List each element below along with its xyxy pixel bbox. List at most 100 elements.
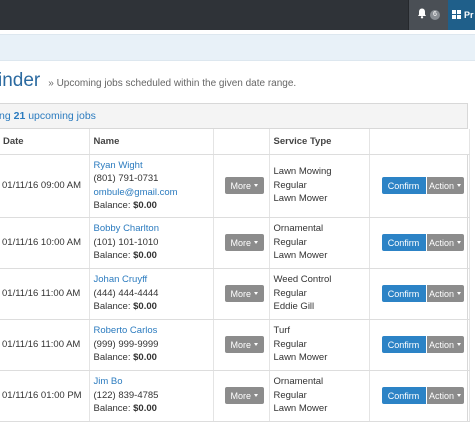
balance-value: $0.00 bbox=[133, 200, 157, 211]
more-cell: More bbox=[213, 319, 270, 371]
projects-menu-label: Pr bbox=[464, 10, 474, 20]
job-date: 01/11/16 11:00 AM bbox=[0, 268, 90, 320]
table-row: 01/11/16 09:00 AM Ryan Wight (801) 791-0… bbox=[0, 154, 470, 218]
service-frequency: Regular bbox=[273, 338, 307, 350]
confirm-button[interactable]: Confirm bbox=[381, 177, 426, 194]
customer-phone: (122) 839-4785 bbox=[93, 389, 159, 401]
service-cell: Ornamental Regular Lawn Mower bbox=[269, 217, 370, 269]
balance-label: Balance: bbox=[93, 352, 131, 364]
more-cell: More bbox=[213, 268, 270, 320]
customer-name-link[interactable]: Ryan Wight bbox=[94, 159, 213, 173]
customer-email-link[interactable]: ombule@gmail.com bbox=[94, 186, 213, 200]
confirm-button[interactable]: Confirm bbox=[381, 285, 426, 302]
service-type: Weed Control bbox=[273, 274, 332, 286]
more-dropdown-button[interactable]: More bbox=[224, 177, 265, 194]
customer-phone: (101) 101-1010 bbox=[93, 236, 159, 248]
caret-down-icon bbox=[457, 184, 461, 187]
table-row: 01/11/16 11:00 AM Roberto Carlos (999) 9… bbox=[0, 319, 470, 371]
customer-name-link[interactable]: Johan Cruyff bbox=[94, 273, 213, 287]
customer-cell: Jim Bo (122) 839-4785 Balance: $0.00 bbox=[89, 370, 214, 422]
column-header-date[interactable]: Date bbox=[0, 129, 90, 155]
service-assignee: Lawn Mower bbox=[273, 403, 328, 415]
balance-value: $0.00 bbox=[133, 250, 157, 262]
column-header-service-type[interactable]: Service Type bbox=[269, 129, 370, 155]
notification-count-badge: 6 bbox=[430, 10, 440, 20]
more-dropdown-button[interactable]: More bbox=[224, 336, 265, 353]
job-date: 01/11/16 10:00 AM bbox=[0, 217, 90, 269]
service-cell: Weed Control Regular Eddie Gill bbox=[269, 268, 370, 320]
action-label: Action bbox=[428, 288, 454, 299]
more-cell: More bbox=[213, 370, 270, 422]
action-label: Action bbox=[428, 237, 454, 248]
action-button-group: Confirm Action bbox=[381, 234, 469, 251]
action-dropdown-button[interactable]: Action bbox=[426, 336, 464, 353]
caret-down-icon bbox=[457, 292, 461, 295]
customer-balance: Balance: $0.00 bbox=[94, 249, 213, 263]
confirm-button[interactable]: Confirm bbox=[381, 234, 426, 251]
service-assignee: Lawn Mower bbox=[273, 250, 328, 262]
balance-label: Balance: bbox=[93, 250, 131, 262]
service-type: Lawn Mowing bbox=[273, 166, 332, 178]
customer-balance: Balance: $0.00 bbox=[94, 402, 213, 416]
action-label: Action bbox=[428, 180, 454, 191]
service-frequency: Regular bbox=[273, 389, 307, 401]
caret-down-icon bbox=[457, 343, 461, 346]
panel-summary: ng 21 upcoming jobs bbox=[0, 103, 467, 129]
notifications-button[interactable]: 6 bbox=[408, 0, 448, 30]
upcoming-jobs-panel: ng 21 upcoming jobs Date Name Service Ty… bbox=[0, 103, 470, 422]
customer-name-link[interactable]: Roberto Carlos bbox=[94, 324, 213, 338]
action-button-group: Confirm Action bbox=[381, 285, 469, 302]
service-cell: Lawn Mowing Regular Lawn Mower bbox=[269, 154, 370, 218]
service-type: Ornamental bbox=[273, 376, 324, 388]
actions-cell: Confirm Action bbox=[369, 370, 470, 422]
customer-name-link[interactable]: Jim Bo bbox=[94, 375, 213, 389]
table-row: 01/11/16 11:00 AM Johan Cruyff (444) 444… bbox=[0, 268, 470, 320]
projects-menu-button[interactable]: Pr bbox=[448, 0, 475, 30]
action-label: Action bbox=[428, 339, 454, 350]
service-assignee: Lawn Mower bbox=[273, 193, 328, 205]
customer-cell: Ryan Wight (801) 791-0731 ombule@gmail.c… bbox=[89, 154, 214, 218]
action-dropdown-button[interactable]: Action bbox=[426, 234, 464, 251]
action-button-group: Confirm Action bbox=[381, 177, 469, 194]
job-date: 01/11/16 01:00 PM bbox=[0, 370, 90, 422]
action-dropdown-button[interactable]: Action bbox=[426, 285, 464, 302]
page-title: inder bbox=[0, 70, 41, 91]
navbar-right: 6 Pr bbox=[408, 0, 475, 30]
bell-icon bbox=[417, 8, 427, 22]
top-navbar: 6 Pr bbox=[0, 0, 475, 30]
customer-name-link[interactable]: Bobby Charlton bbox=[94, 222, 213, 236]
service-type: Turf bbox=[273, 325, 291, 337]
confirm-button[interactable]: Confirm bbox=[381, 336, 426, 353]
service-assignee: Eddie Gill bbox=[273, 301, 315, 313]
summary-prefix: ng bbox=[0, 110, 11, 122]
more-label: More bbox=[230, 339, 252, 350]
column-header-name[interactable]: Name bbox=[89, 129, 214, 155]
customer-balance: Balance: $0.00 bbox=[94, 199, 213, 213]
more-dropdown-button[interactable]: More bbox=[224, 387, 265, 404]
balance-label: Balance: bbox=[93, 301, 131, 313]
more-dropdown-button[interactable]: More bbox=[224, 234, 265, 251]
more-label: More bbox=[230, 237, 252, 248]
more-dropdown-button[interactable]: More bbox=[224, 285, 265, 302]
confirm-button[interactable]: Confirm bbox=[381, 387, 426, 404]
action-dropdown-button[interactable]: Action bbox=[426, 387, 464, 404]
caret-down-icon bbox=[254, 184, 259, 187]
actions-cell: Confirm Action bbox=[369, 154, 470, 218]
customer-balance: Balance: $0.00 bbox=[94, 300, 213, 314]
grid-icon bbox=[452, 9, 461, 21]
customer-cell: Johan Cruyff (444) 444-4444 Balance: $0.… bbox=[89, 268, 214, 320]
more-label: More bbox=[230, 288, 252, 299]
customer-cell: Bobby Charlton (101) 101-1010 Balance: $… bbox=[89, 217, 214, 269]
page-subtitle: » Upcoming jobs scheduled within the giv… bbox=[48, 78, 297, 89]
action-dropdown-button[interactable]: Action bbox=[426, 177, 464, 194]
page-header: inder » Upcoming jobs scheduled within t… bbox=[0, 70, 296, 96]
customer-cell: Roberto Carlos (999) 999-9999 Balance: $… bbox=[89, 319, 214, 371]
table-row: 01/11/16 10:00 AM Bobby Charlton (101) 1… bbox=[0, 217, 470, 269]
column-header-more bbox=[213, 129, 270, 155]
service-frequency: Regular bbox=[273, 236, 307, 248]
caret-down-icon bbox=[254, 241, 259, 244]
balance-label: Balance: bbox=[93, 403, 131, 415]
caret-down-icon bbox=[254, 343, 259, 346]
column-header-actions bbox=[369, 129, 470, 155]
job-date: 01/11/16 11:00 AM bbox=[0, 319, 90, 371]
